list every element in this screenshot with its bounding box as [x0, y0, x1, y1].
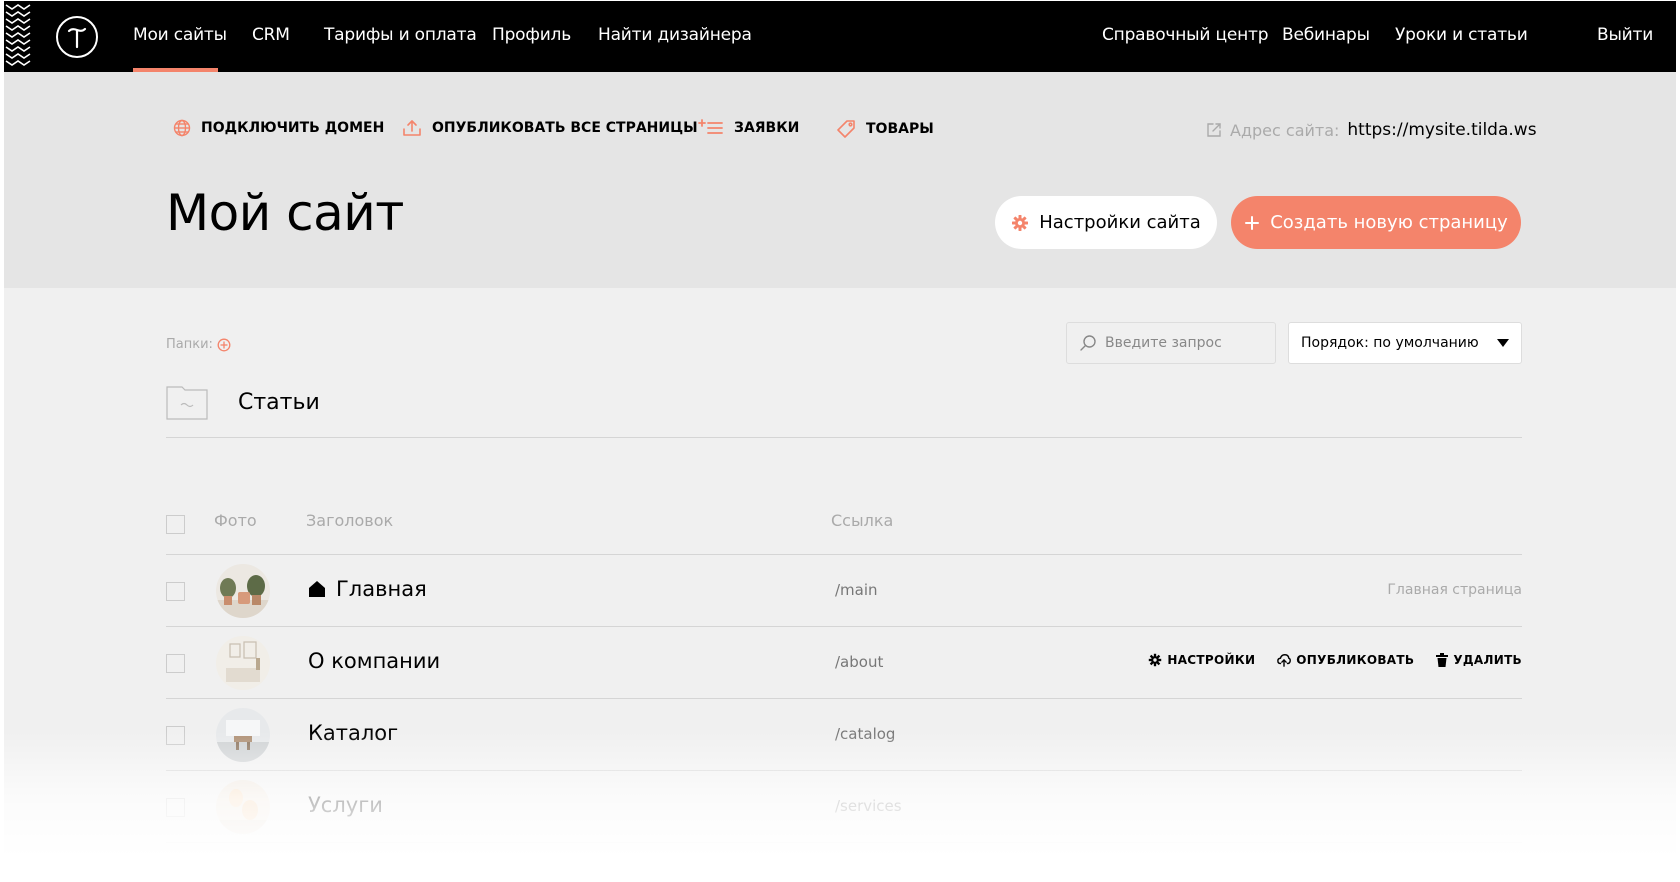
page-url: /services	[835, 797, 902, 815]
globe-icon	[173, 119, 191, 137]
search-box[interactable]	[1066, 322, 1276, 364]
column-header-photo: Фото	[214, 511, 257, 530]
select-all-checkbox[interactable]	[166, 515, 185, 534]
site-settings-button[interactable]: Настройки сайта	[995, 196, 1217, 249]
page-title: Мой сайт	[166, 184, 404, 242]
delete-page-button[interactable]: УДАЛИТЬ	[1436, 653, 1522, 667]
nav-lessons-articles[interactable]: Уроки и статьи	[1395, 25, 1528, 45]
folders-label-text: Папки:	[166, 337, 213, 352]
page-title-link[interactable]: Главная	[308, 577, 427, 601]
page-title-text: Каталог	[308, 721, 399, 745]
nav-webinars[interactable]: Вебинары	[1282, 25, 1370, 45]
row-checkbox[interactable]	[166, 654, 185, 673]
nav-crm[interactable]: CRM	[252, 25, 290, 45]
interior-photo-icon	[216, 708, 270, 762]
zigzag-pattern-icon	[5, 4, 31, 66]
search-icon	[1080, 335, 1096, 351]
nav-profile[interactable]: Профиль	[492, 25, 571, 45]
nav-help-center[interactable]: Справочный центр	[1102, 25, 1268, 45]
page-url: /about	[835, 653, 884, 671]
create-page-label: Создать новую страницу	[1270, 212, 1508, 233]
publish-page-label: ОПУБЛИКОВАТЬ	[1296, 653, 1415, 667]
gear-icon	[1012, 214, 1029, 231]
folder-name: Статьи	[238, 389, 320, 415]
add-list-icon	[698, 119, 723, 134]
page-settings-label: НАСТРОЙКИ	[1167, 653, 1256, 667]
nav-find-designer[interactable]: Найти дизайнера	[598, 25, 752, 45]
table-row[interactable]: Главная /main Главная страница	[166, 555, 1522, 627]
home-icon	[309, 581, 325, 597]
nav-logout[interactable]: Выйти	[1597, 25, 1653, 45]
page-thumbnail	[216, 636, 270, 690]
chevron-down-icon	[1497, 339, 1509, 347]
row-checkbox[interactable]	[166, 582, 185, 601]
trash-icon	[1436, 653, 1449, 667]
page-url: /main	[835, 581, 878, 599]
page-title-link[interactable]: Каталог	[308, 721, 398, 745]
site-address: Адрес сайта: https://mysite.tilda.ws	[1206, 120, 1537, 140]
interior-photo-icon	[216, 564, 270, 618]
publish-all-label: ОПУБЛИКОВАТЬ ВСЕ СТРАНИЦЫ	[432, 120, 698, 136]
folder-item[interactable]: Статьи	[166, 384, 320, 420]
plus-icon	[1245, 215, 1260, 230]
nav-plans-billing[interactable]: Тарифы и оплата	[324, 25, 477, 45]
delete-page-label: УДАЛИТЬ	[1453, 653, 1522, 667]
page-title-link[interactable]: О компании	[308, 649, 440, 673]
interior-photo-icon	[216, 636, 270, 690]
site-settings-label: Настройки сайта	[1039, 212, 1201, 233]
page-url: /catalog	[835, 725, 896, 743]
table-row[interactable]: О компании /about НАСТРОЙКИ ОПУБЛИКОВАТЬ…	[166, 627, 1522, 699]
products-button[interactable]: ТОВАРЫ	[836, 119, 934, 139]
table-row[interactable]: Услуги /services	[166, 771, 1522, 843]
add-folder-icon[interactable]	[217, 338, 231, 352]
row-checkbox[interactable]	[166, 798, 185, 817]
sort-value: Порядок: по умолчанию	[1301, 335, 1479, 351]
leads-label: ЗАЯВКИ	[734, 120, 800, 136]
divider	[166, 842, 1522, 843]
products-label: ТОВАРЫ	[866, 121, 934, 137]
publish-page-button[interactable]: ОПУБЛИКОВАТЬ	[1277, 653, 1414, 667]
leads-button[interactable]: ЗАЯВКИ	[698, 119, 799, 137]
page-thumbnail	[216, 708, 270, 762]
table-row[interactable]: Каталог /catalog	[166, 699, 1522, 771]
nav-my-sites[interactable]: Мои сайты	[133, 25, 227, 45]
site-address-link[interactable]: https://mysite.tilda.ws	[1347, 120, 1536, 140]
top-navigation: Мои сайты CRM Тарифы и оплата Профиль На…	[4, 1, 1676, 72]
site-header-area: ПОДКЛЮЧИТЬ ДОМЕН ОПУБЛИКОВАТЬ ВСЕ СТРАНИ…	[4, 72, 1676, 288]
home-page-badge: Главная страница	[1387, 582, 1522, 598]
page-thumbnail	[216, 564, 270, 618]
connect-domain-button[interactable]: ПОДКЛЮЧИТЬ ДОМЕН	[173, 119, 384, 137]
create-page-button[interactable]: Создать новую страницу	[1231, 196, 1521, 249]
cloud-upload-icon	[1277, 654, 1292, 667]
gear-icon	[1149, 653, 1162, 667]
interior-photo-icon	[216, 780, 270, 834]
row-actions: НАСТРОЙКИ ОПУБЛИКОВАТЬ УДАЛИТЬ	[1148, 653, 1522, 667]
folder-icon	[166, 386, 208, 420]
column-header-link: Ссылка	[831, 511, 894, 530]
upload-icon	[403, 120, 421, 136]
divider	[166, 437, 1522, 438]
page-title-link[interactable]: Услуги	[308, 793, 383, 817]
page-title-text: О компании	[308, 649, 441, 673]
search-input[interactable]	[1105, 335, 1265, 351]
sort-select[interactable]: Порядок: по умолчанию	[1288, 322, 1522, 364]
site-address-label: Адрес сайта:	[1230, 120, 1340, 140]
connect-domain-label: ПОДКЛЮЧИТЬ ДОМЕН	[201, 120, 385, 136]
page-title-text: Услуги	[308, 793, 383, 817]
row-checkbox[interactable]	[166, 726, 185, 745]
app-frame: Мои сайты CRM Тарифы и оплата Профиль На…	[4, 1, 1676, 881]
page-thumbnail	[216, 780, 270, 834]
page-settings-button[interactable]: НАСТРОЙКИ	[1148, 653, 1255, 667]
column-header-title: Заголовок	[306, 511, 394, 530]
page-title-text: Главная	[336, 577, 427, 601]
publish-all-button[interactable]: ОПУБЛИКОВАТЬ ВСЕ СТРАНИЦЫ	[402, 119, 698, 137]
tag-icon	[837, 120, 855, 138]
external-link-icon	[1207, 123, 1221, 137]
folders-label: Папки:	[166, 337, 231, 352]
tilda-logo[interactable]	[56, 16, 98, 58]
tilda-logo-icon	[67, 27, 87, 49]
